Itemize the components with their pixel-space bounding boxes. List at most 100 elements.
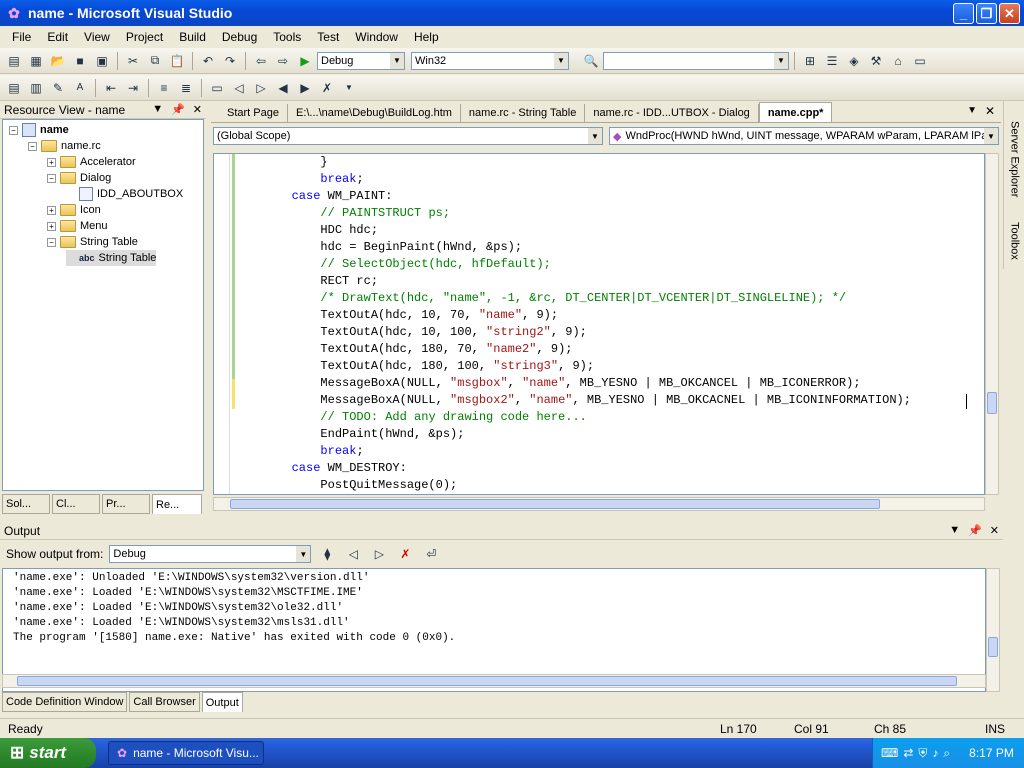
clear-all-icon[interactable]: ✗ — [395, 544, 415, 564]
output-vertical-scrollbar[interactable] — [986, 568, 1000, 692]
search-icon[interactable]: ⌕ — [943, 746, 950, 761]
uncomment-icon[interactable]: ≣ — [176, 78, 196, 98]
expand-icon[interactable]: + — [47, 221, 56, 231]
output-source-select[interactable]: Debug ▼ — [109, 545, 312, 563]
menu-help[interactable]: Help — [406, 30, 447, 44]
menu-project[interactable]: Project — [118, 30, 171, 44]
quick-info-icon[interactable]: ✎ — [48, 78, 68, 98]
collapse-icon[interactable]: − — [47, 173, 56, 183]
undo-icon[interactable]: ↶ — [198, 51, 218, 71]
collapse-icon[interactable]: − — [9, 125, 18, 135]
toolbar-overflow-icon[interactable]: ▼ — [339, 78, 359, 98]
tab-toolbox[interactable]: Toolbox — [1006, 213, 1023, 269]
function-select[interactable]: ◆ WndProc(HWND hWnd, UINT message, WPARAM… — [609, 127, 999, 145]
parameter-info-icon[interactable]: ▥ — [26, 78, 46, 98]
redo-icon[interactable]: ↷ — [220, 51, 240, 71]
cut-icon[interactable]: ✂ — [123, 51, 143, 71]
tab-property-manager[interactable]: Pr... — [102, 494, 150, 514]
member-list-icon[interactable]: ▤ — [4, 78, 24, 98]
tab-string-table[interactable]: name.rc - String Table — [461, 104, 586, 122]
close-document-icon[interactable]: ✕ — [985, 104, 995, 118]
clear-bookmarks-icon[interactable]: ✗ — [317, 78, 337, 98]
menu-test[interactable]: Test — [309, 30, 347, 44]
tree-node[interactable]: − String Table — [47, 234, 138, 250]
menu-view[interactable]: View — [76, 30, 118, 44]
output-menu-icon[interactable]: ▼ — [949, 524, 960, 537]
find-in-files-icon[interactable]: 🔍 — [581, 51, 601, 71]
tab-code-definition-window[interactable]: Code Definition Window — [2, 692, 128, 712]
tab-aboutbox-dialog[interactable]: name.rc - IDD...UTBOX - Dialog — [585, 104, 759, 122]
configuration-select[interactable]: Debug ▼ — [317, 51, 405, 70]
restore-button[interactable]: ❐ — [976, 3, 997, 24]
paste-icon[interactable]: 📋 — [167, 51, 187, 71]
increase-indent-icon[interactable]: ⇥ — [123, 78, 143, 98]
network-icon[interactable]: ⇄ — [903, 746, 913, 760]
tree-node[interactable]: IDD_ABOUTBOX — [66, 186, 183, 202]
collapse-icon[interactable]: − — [47, 237, 56, 247]
next-bookmark-icon[interactable]: ▷ — [251, 78, 271, 98]
scope-select[interactable]: (Global Scope) ▼ — [213, 127, 603, 145]
output-close-icon[interactable]: ✕ — [990, 524, 999, 537]
tab-resource-view[interactable]: Re... — [152, 494, 202, 514]
menu-debug[interactable]: Debug — [214, 30, 265, 44]
pin-icon[interactable]: 📌 — [171, 103, 185, 116]
close-button[interactable]: ✕ — [999, 3, 1020, 24]
open-file-icon[interactable]: 📂 — [48, 51, 68, 71]
command-window-icon[interactable]: ▭ — [910, 51, 930, 71]
collapse-icon[interactable]: − — [28, 141, 37, 151]
expand-icon[interactable]: + — [47, 205, 56, 215]
tree-node[interactable]: − name.rc — [28, 138, 101, 154]
start-debug-icon[interactable]: ▶ — [295, 51, 315, 71]
tab-start-page[interactable]: Start Page — [219, 104, 288, 122]
tree-node[interactable]: abc String Table — [66, 250, 157, 266]
output-horizontal-scrollbar[interactable] — [2, 674, 986, 688]
tab-call-browser[interactable]: Call Browser — [129, 692, 200, 712]
next-message-icon[interactable]: ▷ — [369, 544, 389, 564]
tab-output[interactable]: Output — [201, 692, 243, 712]
security-shield-icon[interactable]: ⛨ — [918, 746, 927, 761]
properties-icon[interactable]: ☰ — [822, 51, 842, 71]
editor-horizontal-scrollbar[interactable] — [213, 497, 985, 511]
tree-node[interactable]: + Menu — [47, 218, 108, 234]
platform-select[interactable]: Win32 ▼ — [411, 51, 569, 70]
find-combo[interactable]: ▼ — [603, 51, 789, 70]
keyboard-icon[interactable]: ⌨ — [881, 746, 898, 760]
start-page-icon[interactable]: ⌂ — [888, 51, 908, 71]
output-pin-icon[interactable]: 📌 — [968, 524, 982, 537]
comment-icon[interactable]: ≡ — [154, 78, 174, 98]
menu-edit[interactable]: Edit — [39, 30, 76, 44]
prev-message-icon[interactable]: ◁ — [343, 544, 363, 564]
volume-icon[interactable]: ♪ — [932, 746, 938, 760]
complete-word-icon[interactable]: A — [70, 78, 90, 98]
tab-buildlog[interactable]: E:\...\name\Debug\BuildLog.htm — [288, 104, 461, 122]
save-icon[interactable]: ■ — [70, 51, 90, 71]
expand-icon[interactable]: + — [47, 157, 56, 167]
object-browser-icon[interactable]: ◈ — [844, 51, 864, 71]
tree-node[interactable]: + Icon — [47, 202, 101, 218]
tab-list-icon[interactable]: ▼ — [967, 105, 977, 116]
tab-class-view[interactable]: Cl... — [52, 494, 100, 514]
menu-build[interactable]: Build — [171, 30, 214, 44]
taskbar-item-visual-studio[interactable]: ✿ name - Microsoft Visu... — [108, 741, 264, 765]
new-project-icon[interactable]: ▤ — [4, 51, 24, 71]
find-message-icon[interactable]: ⧫ — [317, 544, 337, 564]
tree-node[interactable]: − Dialog — [47, 170, 111, 186]
prev-folder-bookmark-icon[interactable]: ◀ — [273, 78, 293, 98]
menu-window[interactable]: Window — [347, 30, 406, 44]
tab-server-explorer[interactable]: Server Explorer — [1006, 109, 1023, 209]
navigate-forward-icon[interactable]: ⇨ — [273, 51, 293, 71]
tab-solution-explorer[interactable]: Sol... — [2, 494, 50, 514]
previous-bookmark-icon[interactable]: ◁ — [229, 78, 249, 98]
next-folder-bookmark-icon[interactable]: ▶ — [295, 78, 315, 98]
tree-node[interactable]: − name — [9, 122, 69, 138]
menu-tools[interactable]: Tools — [265, 30, 309, 44]
solution-explorer-icon[interactable]: ⊞ — [800, 51, 820, 71]
tree-node[interactable]: + Accelerator — [47, 154, 136, 170]
toggle-bookmark-icon[interactable]: ▭ — [207, 78, 227, 98]
toolbox-icon[interactable]: ⚒ — [866, 51, 886, 71]
panel-menu-icon[interactable]: ▼ — [152, 103, 163, 116]
start-button[interactable]: ⊞ start — [0, 738, 96, 768]
panel-close-icon[interactable]: ✕ — [193, 103, 202, 116]
copy-icon[interactable]: ⧉ — [145, 51, 165, 71]
navigate-back-icon[interactable]: ⇦ — [251, 51, 271, 71]
